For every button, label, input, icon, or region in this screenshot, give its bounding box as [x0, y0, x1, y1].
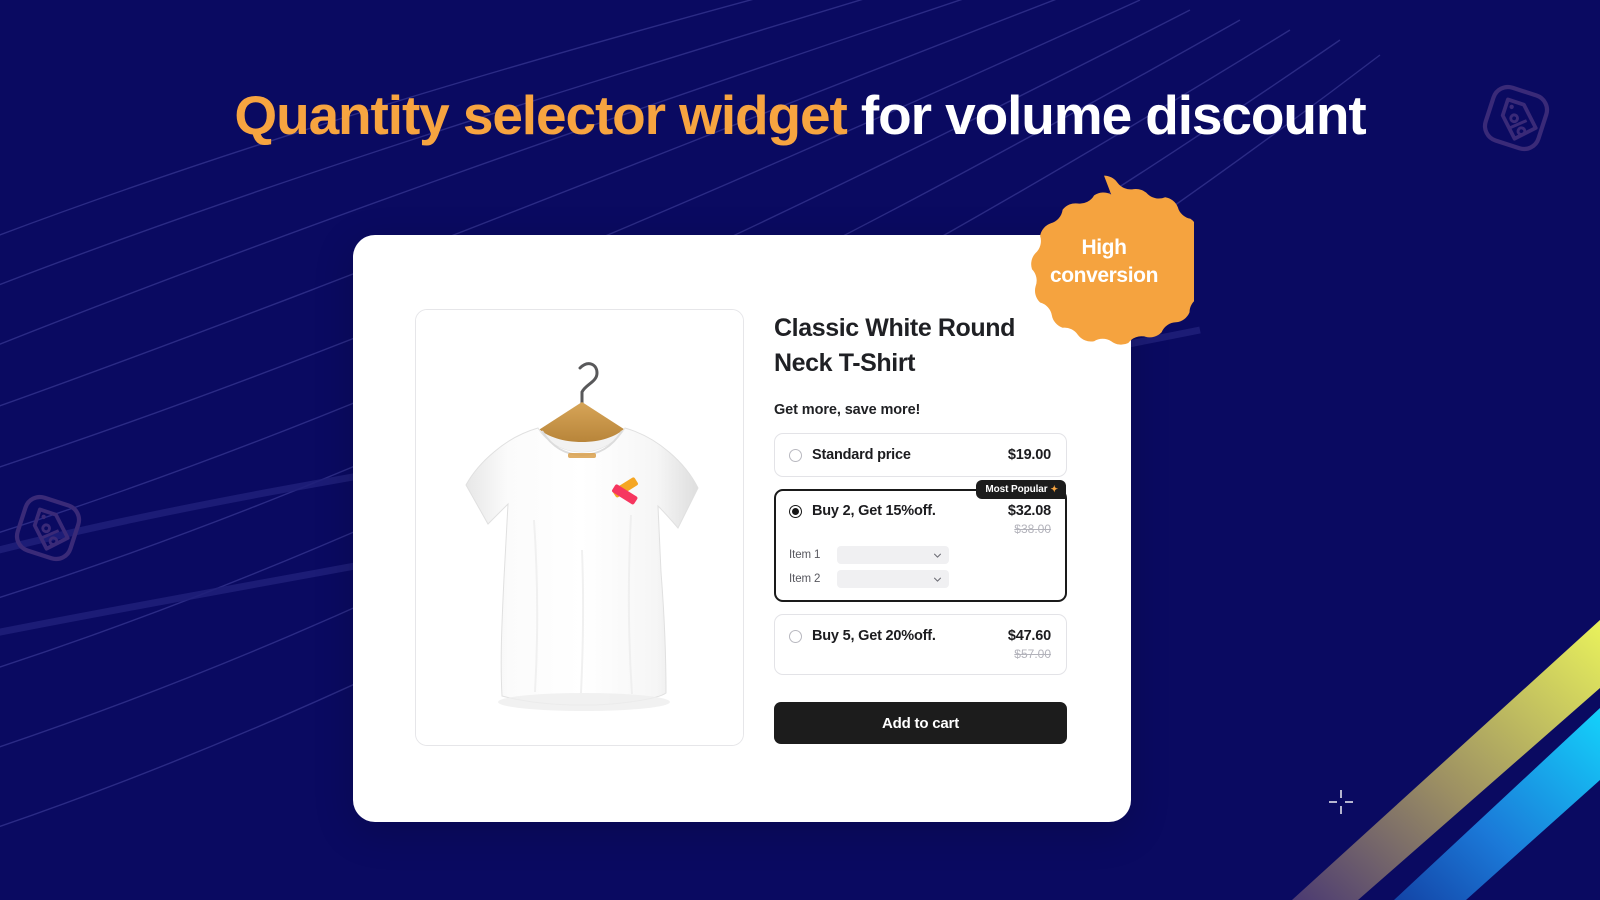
offer-price-buy2: $32.08	[1007, 503, 1051, 519]
offer-price-buy5: $47.60	[1007, 628, 1051, 644]
product-title: Classic White Round Neck T-Shirt	[774, 314, 1016, 377]
radio-standard[interactable]	[789, 449, 802, 462]
white-tshirt-on-hanger-image	[416, 310, 743, 745]
offer-option-buy2[interactable]: Most Popular ✦ Buy 2, Get 15%off. $32.08…	[774, 480, 1067, 602]
discount-tag-icon	[14, 494, 82, 562]
variant-row-item-1: Item 1	[789, 546, 1051, 564]
variant-label-item-2: Item 2	[789, 573, 821, 585]
product-image-panel[interactable]	[415, 309, 744, 746]
add-to-cart-button[interactable]: Add to cart	[774, 702, 1067, 744]
variant-dropdown-item-1[interactable]	[837, 546, 949, 564]
badge-line-1: High	[1081, 235, 1127, 259]
offer-price-standard: $19.00	[1007, 447, 1051, 463]
offer-label-buy5: Buy 5, Get 20%off.	[812, 628, 936, 644]
poster-stage: Quantity selector widget for volume disc…	[0, 0, 1600, 900]
product-info-column: Classic White Round Neck T-Shirt Get mor…	[774, 309, 1067, 746]
offers-subheading: Get more, save more!	[774, 402, 921, 418]
badge-line-2: conversion	[1049, 264, 1159, 287]
page-title: Quantity selector widget for volume disc…	[0, 88, 1600, 143]
price-block-standard: $19.00	[1008, 447, 1051, 463]
offer-label-standard: Standard price	[812, 447, 911, 463]
radio-buy5[interactable]	[789, 630, 802, 643]
offer-option-buy5[interactable]: Buy 5, Get 20%off. $47.60 $57.00	[774, 614, 1067, 675]
variant-label-item-1: Item 1	[789, 549, 821, 561]
offer-compare-price-buy2: $38.00	[1014, 522, 1051, 536]
chevron-down-icon	[933, 553, 942, 558]
offer-compare-price-buy5: $57.00	[1014, 647, 1051, 661]
offer-option-standard[interactable]: Standard price $19.00	[774, 433, 1067, 477]
status-badge-most-popular: Most Popular ✦	[976, 480, 1066, 499]
page-title-rest: for volume discount	[846, 84, 1367, 146]
offer-label-buy2: Buy 2, Get 15%off.	[812, 503, 936, 519]
chevron-down-icon	[933, 577, 942, 582]
variant-selector-group: Item 1 Item 2	[789, 546, 1051, 588]
sparkle-icon: ✦	[1050, 484, 1059, 494]
price-block-buy2: $32.08 $38.00	[1008, 503, 1051, 536]
page-title-accent: Quantity selector widget	[234, 84, 847, 146]
high-conversion-badge: High conversion	[1014, 170, 1194, 354]
corner-stripes	[1292, 620, 1600, 900]
crosshair-marker	[1329, 790, 1353, 814]
variant-dropdown-item-2[interactable]	[837, 570, 949, 588]
most-popular-label: Most Popular	[985, 484, 1048, 495]
radio-buy2[interactable]	[789, 505, 802, 518]
offer-options-list: Standard price $19.00 Most Popular ✦ Buy…	[774, 433, 1067, 675]
high-conversion-text: High conversion	[1014, 170, 1194, 354]
price-block-buy5: $47.60 $57.00	[1008, 628, 1051, 661]
variant-row-item-2: Item 2	[789, 570, 1051, 588]
